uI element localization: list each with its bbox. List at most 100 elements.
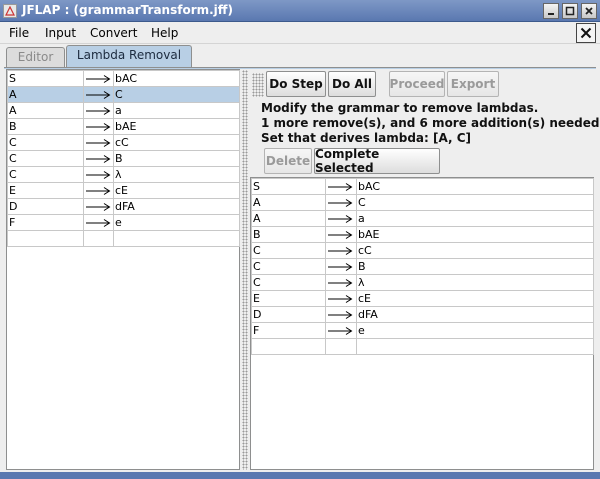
production-rhs[interactable]: cC bbox=[113, 134, 240, 151]
production-rhs[interactable]: λ bbox=[356, 274, 594, 291]
production-arrow-icon bbox=[86, 106, 111, 115]
production-rhs[interactable]: cC bbox=[356, 242, 594, 259]
production-row[interactable]: Cλ bbox=[7, 166, 240, 183]
production-lhs[interactable]: C bbox=[7, 150, 84, 167]
production-arrow-cell bbox=[325, 322, 357, 339]
menu-help[interactable]: Help bbox=[151, 26, 178, 40]
minimize-button[interactable] bbox=[543, 3, 559, 19]
production-rhs[interactable]: bAE bbox=[113, 118, 240, 135]
production-row[interactable]: Fe bbox=[251, 322, 594, 339]
window-bottom-border bbox=[0, 472, 600, 479]
production-lhs[interactable]: D bbox=[251, 306, 326, 323]
production-row[interactable]: CB bbox=[251, 258, 594, 275]
production-row[interactable]: BbAE bbox=[7, 118, 240, 135]
production-row[interactable]: DdFA bbox=[251, 306, 594, 323]
export-button[interactable]: Export bbox=[447, 71, 499, 97]
production-row[interactable]: EcE bbox=[251, 290, 594, 307]
production-rhs[interactable]: a bbox=[113, 102, 240, 119]
tab-editor[interactable]: Editor bbox=[6, 47, 65, 68]
production-rhs[interactable]: e bbox=[356, 322, 594, 339]
toolbar-grip[interactable] bbox=[252, 73, 264, 97]
production-lhs[interactable]: A bbox=[7, 86, 84, 103]
production-rhs[interactable]: C bbox=[113, 86, 240, 103]
production-lhs[interactable]: D bbox=[7, 198, 84, 215]
original-grammar-panel: SbAC A C Aa BbAE CcC C B Cλ EcE DdFA Fe bbox=[6, 69, 240, 470]
do-all-button[interactable]: Do All bbox=[328, 71, 376, 97]
production-arrow-cell bbox=[325, 306, 357, 323]
production-rhs[interactable]: λ bbox=[113, 166, 240, 183]
production-lhs[interactable] bbox=[7, 230, 84, 247]
production-arrow-cell bbox=[325, 210, 357, 227]
production-lhs[interactable]: F bbox=[251, 322, 326, 339]
production-lhs[interactable]: A bbox=[251, 194, 326, 211]
production-row[interactable]: BbAE bbox=[251, 226, 594, 243]
production-rhs[interactable]: dFA bbox=[113, 198, 240, 215]
production-row[interactable]: Aa bbox=[7, 102, 240, 119]
production-rhs[interactable]: B bbox=[113, 150, 240, 167]
delete-button[interactable]: Delete bbox=[264, 148, 312, 174]
production-row[interactable]: CcC bbox=[7, 134, 240, 151]
jflap-app-icon[interactable] bbox=[3, 4, 17, 18]
production-rhs[interactable]: C bbox=[356, 194, 594, 211]
production-row[interactable]: SbAC bbox=[7, 70, 240, 87]
production-row[interactable]: EcE bbox=[7, 182, 240, 199]
do-step-button[interactable]: Do Step bbox=[266, 71, 326, 97]
production-row[interactable] bbox=[7, 230, 240, 247]
production-arrow-cell bbox=[83, 150, 114, 167]
production-row[interactable]: SbAC bbox=[251, 178, 594, 195]
production-row[interactable]: AC bbox=[7, 86, 240, 103]
close-window-button[interactable] bbox=[581, 3, 597, 19]
maximize-button[interactable] bbox=[562, 3, 578, 19]
production-lhs[interactable]: C bbox=[251, 274, 326, 291]
production-lhs[interactable]: C bbox=[251, 242, 326, 259]
original-grammar-table[interactable]: SbAC A C Aa BbAE CcC C B Cλ EcE DdFA Fe bbox=[7, 70, 240, 247]
production-arrow-icon bbox=[86, 218, 111, 227]
close-document-button[interactable] bbox=[576, 23, 596, 43]
production-lhs[interactable]: B bbox=[7, 118, 84, 135]
production-rhs[interactable]: cE bbox=[113, 182, 240, 199]
tab-lambda-removal[interactable]: Lambda Removal bbox=[66, 45, 192, 68]
production-row[interactable]: Aa bbox=[251, 210, 594, 227]
production-row[interactable]: AC bbox=[251, 194, 594, 211]
production-lhs[interactable]: B bbox=[251, 226, 326, 243]
production-lhs[interactable]: E bbox=[251, 290, 326, 307]
production-arrow-icon bbox=[328, 310, 353, 319]
production-lhs[interactable]: A bbox=[251, 210, 326, 227]
production-row[interactable]: Fe bbox=[7, 214, 240, 231]
modified-grammar-table[interactable]: SbAC A C Aa BbAE CcC C B Cλ EcE DdFA Fe bbox=[251, 178, 594, 355]
production-rhs[interactable]: B bbox=[356, 258, 594, 275]
production-lhs[interactable]: E bbox=[7, 182, 84, 199]
production-rhs[interactable]: a bbox=[356, 210, 594, 227]
production-lhs[interactable]: A bbox=[7, 102, 84, 119]
production-rhs[interactable]: cE bbox=[356, 290, 594, 307]
production-lhs[interactable]: F bbox=[7, 214, 84, 231]
modified-grammar-panel: SbAC A C Aa BbAE CcC C B Cλ EcE DdFA Fe bbox=[250, 177, 594, 470]
production-lhs[interactable]: C bbox=[251, 258, 326, 275]
production-arrow-cell bbox=[83, 134, 114, 151]
production-rhs[interactable] bbox=[356, 338, 594, 355]
production-row[interactable]: Cλ bbox=[251, 274, 594, 291]
menu-convert[interactable]: Convert bbox=[90, 26, 137, 40]
production-rhs[interactable]: e bbox=[113, 214, 240, 231]
complete-selected-button[interactable]: Complete Selected bbox=[314, 147, 440, 175]
proceed-button[interactable]: Proceed bbox=[389, 71, 445, 97]
production-rhs[interactable]: dFA bbox=[356, 306, 594, 323]
production-lhs[interactable]: S bbox=[7, 70, 84, 87]
production-lhs[interactable]: C bbox=[7, 166, 84, 183]
production-rhs[interactable] bbox=[113, 230, 240, 247]
production-rhs[interactable]: bAC bbox=[356, 178, 594, 195]
production-row[interactable]: CcC bbox=[251, 242, 594, 259]
production-rhs[interactable]: bAE bbox=[356, 226, 594, 243]
toolbar: Do Step Do All Proceed Export bbox=[250, 71, 594, 99]
production-row[interactable]: CB bbox=[7, 150, 240, 167]
production-row[interactable] bbox=[251, 338, 594, 355]
production-lhs[interactable]: C bbox=[7, 134, 84, 151]
production-lhs[interactable] bbox=[251, 338, 326, 355]
production-lhs[interactable]: S bbox=[251, 178, 326, 195]
split-pane-divider[interactable] bbox=[242, 70, 248, 470]
menu-input[interactable]: Input bbox=[45, 26, 76, 40]
menu-file[interactable]: File bbox=[9, 26, 29, 40]
close-icon bbox=[580, 27, 592, 39]
production-rhs[interactable]: bAC bbox=[113, 70, 240, 87]
production-row[interactable]: DdFA bbox=[7, 198, 240, 215]
